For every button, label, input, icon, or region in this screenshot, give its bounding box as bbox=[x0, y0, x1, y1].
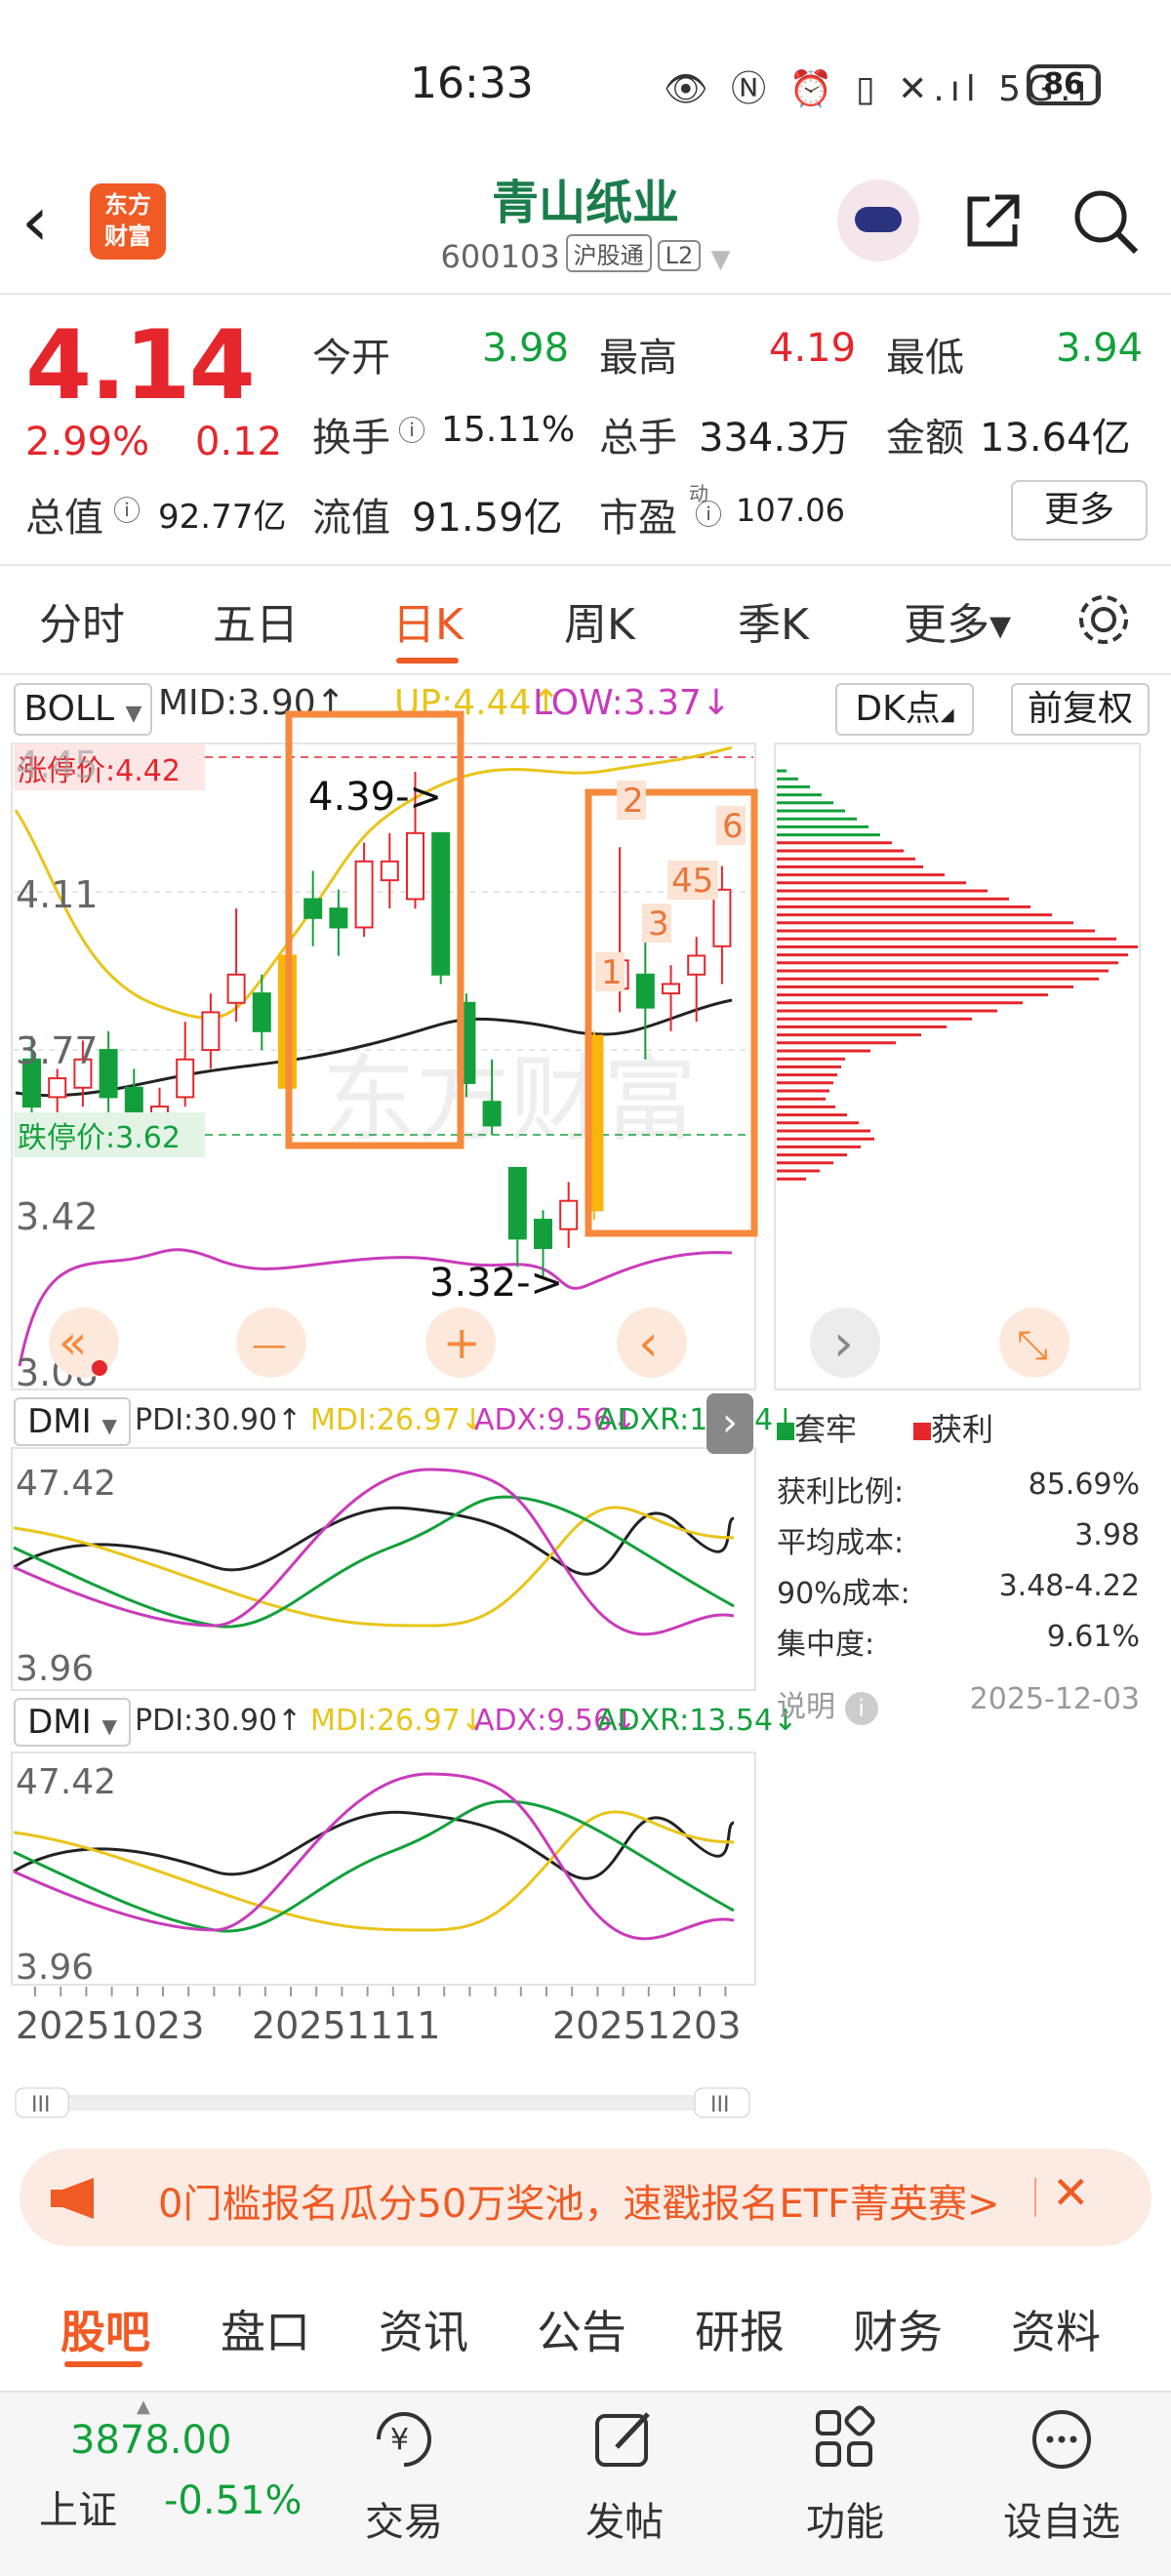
dmi-top: 47.42 bbox=[16, 1464, 117, 1504]
dmi-line bbox=[13, 1468, 735, 1636]
legend-profit: 获利 bbox=[913, 1405, 993, 1450]
tab-pankou[interactable]: 盘口 bbox=[221, 2297, 310, 2361]
svg-text:¥: ¥ bbox=[390, 2423, 409, 2457]
candle bbox=[329, 889, 348, 956]
profit-ratio-label: 获利比例: bbox=[777, 1475, 905, 1509]
x-label: 20251023 bbox=[16, 2004, 205, 2047]
dmi-select-2[interactable]: DMI ▼ bbox=[14, 1698, 131, 1747]
post-icon[interactable] bbox=[589, 2404, 660, 2475]
candle bbox=[99, 1030, 118, 1116]
dmi-adxr: ADXR:13.54↓ bbox=[597, 1403, 798, 1437]
limit-down-label: 跌停价:3.62 bbox=[18, 1121, 181, 1155]
banner-divider bbox=[1034, 2178, 1036, 2217]
candle bbox=[507, 1166, 527, 1268]
tab-research[interactable]: 研报 bbox=[695, 2297, 785, 2361]
candle bbox=[48, 1068, 67, 1116]
dmi-pdi: PDI:30.90↑ bbox=[135, 1403, 303, 1437]
collapse-icon[interactable]: ▲ bbox=[137, 2396, 150, 2417]
next-button[interactable]: › bbox=[833, 1314, 854, 1373]
chip-date: 2025-12-03 bbox=[969, 1682, 1140, 1716]
y-label: 4.11 bbox=[16, 873, 99, 916]
dmi-bottom: 3.96 bbox=[16, 1948, 95, 1988]
x-label: 20251203 bbox=[552, 2004, 742, 2047]
candle bbox=[226, 908, 246, 1023]
megaphone-icon bbox=[51, 2178, 94, 2219]
tab-announcements[interactable]: 公告 bbox=[537, 2297, 626, 2361]
watchlist-icon[interactable] bbox=[1027, 2404, 1097, 2475]
tab-finance[interactable]: 财务 bbox=[853, 2297, 943, 2361]
candle bbox=[201, 993, 221, 1069]
zoom-in-button[interactable]: + bbox=[443, 1316, 481, 1369]
nav-features[interactable]: 功能 bbox=[767, 2490, 923, 2547]
concentration-value: 9.61% bbox=[1046, 1620, 1140, 1654]
cost90-value: 3.48-4.22 bbox=[998, 1569, 1140, 1603]
marker-1: 1 bbox=[601, 953, 623, 992]
candle bbox=[176, 1022, 195, 1107]
avg-cost-value: 3.98 bbox=[1074, 1518, 1140, 1552]
watermark: 东方财富 bbox=[322, 1045, 697, 1154]
dmi-bottom: 3.96 bbox=[16, 1649, 95, 1689]
current-marker bbox=[92, 1360, 107, 1376]
concentration-label: 集中度: bbox=[777, 1628, 875, 1662]
nav-post[interactable]: 发帖 bbox=[546, 2490, 703, 2547]
index-value[interactable]: 3878.00 bbox=[70, 2418, 231, 2463]
dmi-line bbox=[13, 1495, 735, 1629]
dmi-name: DMI bbox=[27, 1703, 92, 1742]
candle bbox=[431, 831, 451, 985]
dmi-top: 47.42 bbox=[16, 1762, 117, 1802]
dmi-name: DMI bbox=[27, 1402, 92, 1441]
y-label: 3.77 bbox=[16, 1029, 99, 1072]
dmi-pdi: PDI:30.90↑ bbox=[135, 1704, 303, 1738]
svg-text:III: III bbox=[710, 2093, 729, 2117]
dmi-select-1[interactable]: DMI ▼ bbox=[14, 1397, 131, 1446]
candle bbox=[380, 832, 399, 909]
dmi-line bbox=[13, 1772, 735, 1941]
prev-button[interactable]: ‹ bbox=[638, 1314, 659, 1373]
trade-icon[interactable]: ¥ bbox=[369, 2404, 439, 2475]
dmi-adxr: ADXR:13.54↓ bbox=[597, 1704, 798, 1738]
info-icon: i bbox=[844, 1692, 878, 1725]
avg-cost-label: 平均成本: bbox=[777, 1526, 905, 1560]
dmi-line bbox=[13, 1799, 735, 1933]
nav-trade[interactable]: 交易 bbox=[326, 2490, 482, 2547]
annotation-high: 4.39-> bbox=[308, 775, 442, 820]
panel-expand-button[interactable]: › bbox=[707, 1393, 753, 1454]
profit-ratio-value: 85.69% bbox=[1028, 1468, 1140, 1502]
candlestick-chart[interactable]: 东方财富 涨停价:4.42 跌停价:3.62 4.11 3.77 3.42 3.… bbox=[0, 0, 1171, 2147]
candle bbox=[303, 870, 323, 946]
close-icon[interactable]: ✕ bbox=[1052, 2166, 1090, 2219]
candle bbox=[635, 937, 655, 1060]
tab-profile[interactable]: 资料 bbox=[1011, 2297, 1101, 2361]
note-label: 说明 bbox=[777, 1690, 835, 1724]
nav-watchlist[interactable]: 设自选 bbox=[984, 2490, 1140, 2547]
tab-guba[interactable]: 股吧 bbox=[61, 2297, 150, 2361]
annotation-low: 3.32-> bbox=[429, 1261, 563, 1306]
fast-back-button[interactable]: « bbox=[59, 1315, 87, 1370]
cost90-label: 90%成本: bbox=[777, 1577, 910, 1611]
svg-text:III: III bbox=[31, 2093, 50, 2117]
bottom-tab-indicator bbox=[64, 2361, 142, 2367]
dmi-mdi: MDI:26.97↓ bbox=[310, 1704, 485, 1738]
y-label: 3.42 bbox=[16, 1195, 99, 1238]
promo-text[interactable]: 0门槛报名瓜分50万奖池，速戳报名ETF菁英赛> bbox=[158, 2172, 1025, 2229]
expand-button[interactable]: ⤡ bbox=[1017, 1323, 1048, 1368]
x-label: 20251111 bbox=[252, 2004, 441, 2047]
index-name[interactable]: 上证 bbox=[39, 2478, 117, 2535]
zoom-out-button[interactable]: — bbox=[252, 1325, 287, 1365]
marker-2: 2 bbox=[623, 782, 644, 821]
note-link[interactable]: 说明 i bbox=[777, 1682, 878, 1725]
index-change[interactable]: -0.51% bbox=[164, 2478, 303, 2523]
legend-trapped: 套牢 bbox=[777, 1405, 857, 1450]
y-label-top: 4.45 bbox=[16, 744, 99, 786]
dmi-mdi: MDI:26.97↓ bbox=[310, 1403, 485, 1437]
candle bbox=[354, 842, 374, 938]
marker-3: 3 bbox=[648, 905, 669, 944]
features-icon[interactable] bbox=[810, 2404, 880, 2475]
candle bbox=[559, 1182, 579, 1249]
marker-45: 45 bbox=[671, 862, 713, 901]
tab-news[interactable]: 资讯 bbox=[379, 2297, 468, 2361]
marker-6: 6 bbox=[722, 807, 744, 846]
